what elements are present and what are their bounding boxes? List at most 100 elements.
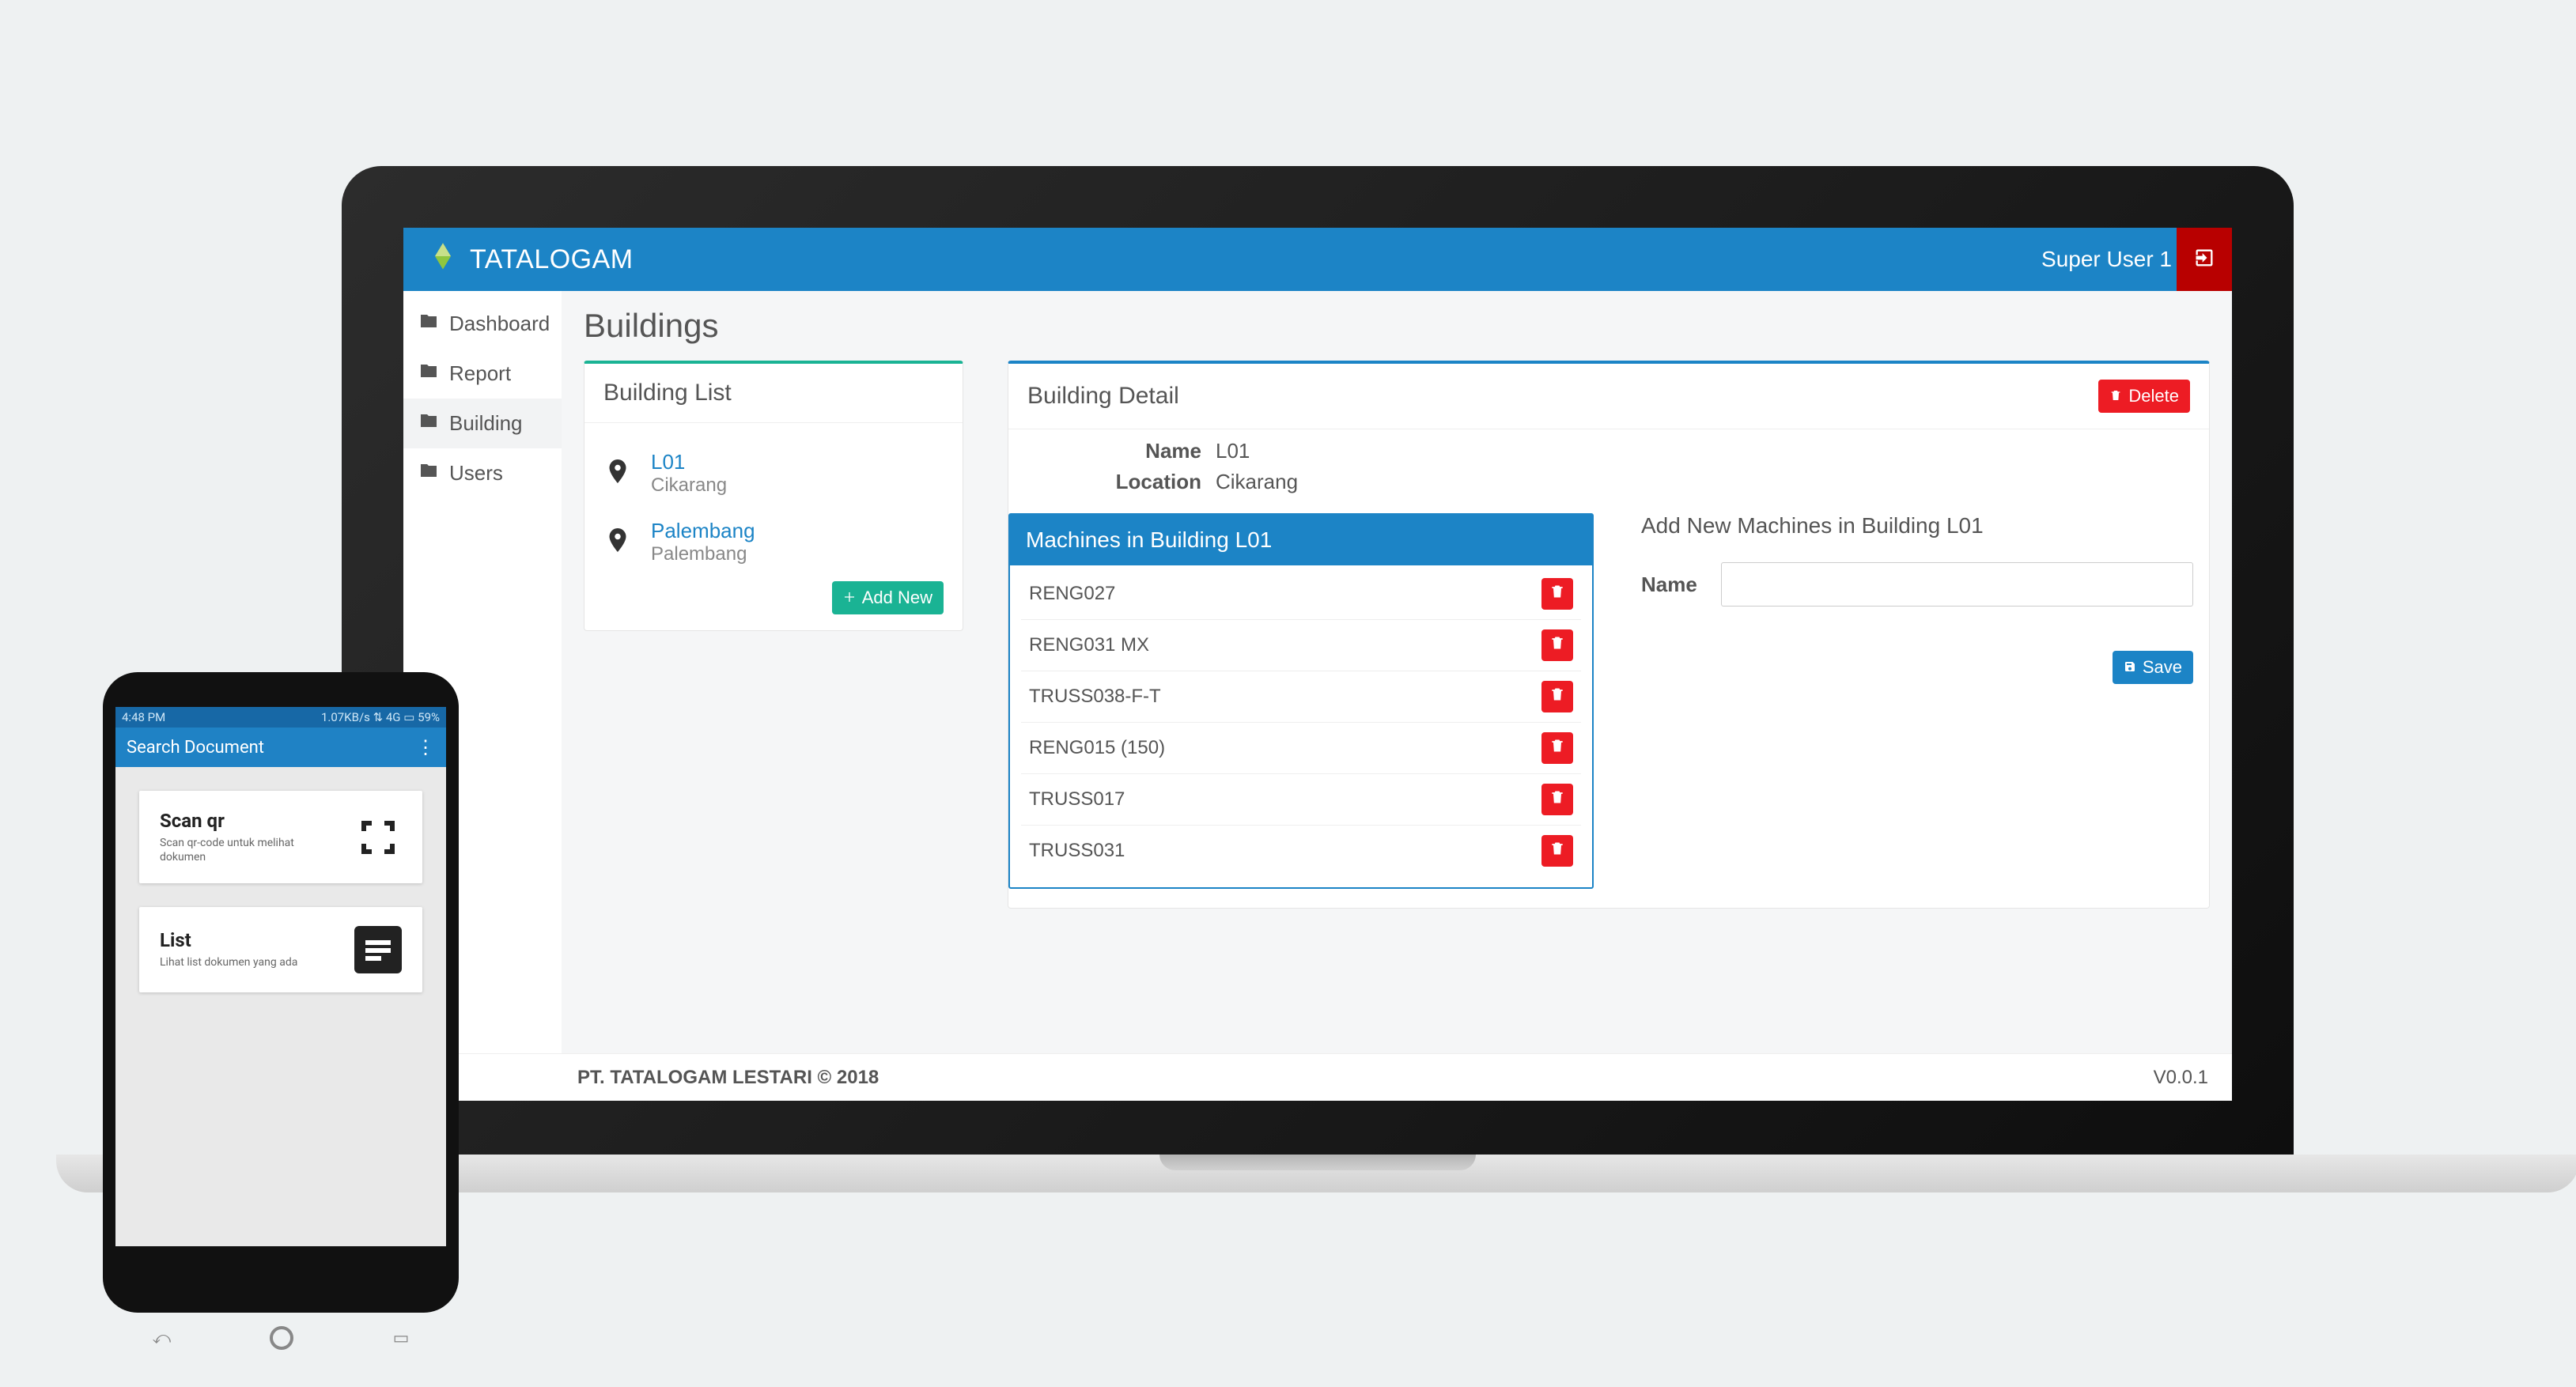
delete-machine-button[interactable] — [1541, 629, 1573, 661]
delete-machine-button[interactable] — [1541, 784, 1573, 815]
building-detail-fields: Name L01 Location Cikarang — [1008, 429, 2209, 513]
machine-name-label: Name — [1641, 573, 1697, 597]
scan-qr-subtitle: Scan qr-code untuk melihat dokumen — [160, 837, 318, 864]
brand-text: TATALOGAM — [470, 244, 634, 275]
brand-icon — [427, 240, 459, 279]
sidebar-item-label: Dashboard — [449, 312, 550, 336]
laptop-frame: TATALOGAM Super User 1 Dashboard — [342, 166, 2294, 1162]
current-user[interactable]: Super User 1 — [2041, 228, 2172, 291]
building-location: Cikarang — [651, 474, 727, 497]
plus-icon — [843, 588, 856, 608]
brand[interactable]: TATALOGAM — [427, 240, 634, 279]
machine-name: TRUSS031 — [1029, 840, 1125, 862]
save-icon — [2124, 657, 2136, 678]
save-machine-button[interactable]: Save — [2113, 651, 2193, 684]
trash-icon — [1549, 583, 1565, 606]
building-list-item[interactable]: Palembang Palembang — [603, 508, 944, 576]
machine-row: RENG027 — [1021, 569, 1581, 620]
detail-name-label: Name — [1027, 439, 1201, 463]
folder-icon — [419, 411, 438, 436]
delete-machine-button[interactable] — [1541, 578, 1573, 610]
phone-app-title: Search Document — [127, 738, 264, 758]
footer-copyright: PT. TATALOGAM LESTARI © 2018 — [577, 1067, 879, 1089]
phone-status-bar: 4:48 PM 1.07KB/s ⇅ 4G ▭ 59% — [115, 707, 446, 728]
phone-app-bar: Search Document ⋮ — [115, 728, 446, 767]
list-subtitle: Lihat list dokumen yang ada — [160, 956, 297, 970]
page-title: Buildings — [584, 307, 2210, 345]
phone-status-time: 4:48 PM — [122, 710, 165, 724]
phone-status-right: 1.07KB/s ⇅ 4G ▭ 59% — [321, 710, 440, 724]
add-building-label: Add New — [862, 588, 932, 608]
topbar: TATALOGAM Super User 1 — [403, 228, 2232, 291]
machines-heading: Machines in Building L01 — [1010, 515, 1592, 565]
trash-icon — [1549, 788, 1565, 811]
sidebar-item-dashboard[interactable]: Dashboard — [403, 299, 562, 349]
footer: PT. TATALOGAM LESTARI © 2018 V0.0.1 — [403, 1053, 2232, 1101]
add-building-button[interactable]: Add New — [832, 581, 944, 614]
building-detail-head: Building Detail Delete — [1008, 364, 2209, 429]
machine-row: RENG031 MX — [1021, 620, 1581, 671]
sidebar-item-building[interactable]: Building — [403, 399, 562, 448]
laptop-body: TATALOGAM Super User 1 Dashboard — [342, 166, 2294, 1162]
trash-icon — [1549, 634, 1565, 657]
pin-icon — [603, 523, 632, 561]
laptop-notch — [1159, 1155, 1476, 1170]
scan-qr-card[interactable]: Scan qr Scan qr-code untuk melihat dokum… — [139, 791, 422, 883]
building-location: Palembang — [651, 543, 755, 565]
list-title: List — [160, 929, 297, 951]
machine-name-input[interactable] — [1721, 562, 2193, 607]
delete-machine-button[interactable] — [1541, 835, 1573, 867]
phone-home-icon[interactable] — [270, 1326, 293, 1350]
machine-row: TRUSS038-F-T — [1021, 671, 1581, 723]
add-machine-heading: Add New Machines in Building L01 — [1641, 513, 2193, 539]
delete-machine-button[interactable] — [1541, 732, 1573, 764]
logout-button[interactable] — [2177, 228, 2232, 291]
content-columns: Building List L01 Cikarang — [584, 361, 2210, 909]
building-list-heading: Building List — [584, 364, 963, 423]
building-detail-panel: Building Detail Delete Name L01 — [1008, 361, 2210, 909]
scan-qr-title: Scan qr — [160, 810, 318, 832]
delete-machine-button[interactable] — [1541, 681, 1573, 712]
list-icon — [354, 926, 402, 973]
trash-icon — [1549, 840, 1565, 863]
phone-screen: 4:48 PM 1.07KB/s ⇅ 4G ▭ 59% Search Docum… — [115, 707, 446, 1246]
phone-frame: 4:48 PM 1.07KB/s ⇅ 4G ▭ 59% Search Docum… — [103, 672, 459, 1313]
folder-icon — [419, 361, 438, 386]
add-machine-panel: Add New Machines in Building L01 Name — [1625, 513, 2209, 889]
sidebar-item-label: Report — [449, 361, 511, 386]
delete-building-button[interactable]: Delete — [2098, 380, 2190, 413]
machine-name: RENG031 MX — [1029, 634, 1149, 656]
machine-row: TRUSS031 — [1021, 826, 1581, 876]
logout-icon — [2193, 247, 2215, 273]
machine-name: RENG015 (150) — [1029, 737, 1165, 759]
sidebar-item-label: Building — [449, 411, 523, 436]
delete-building-label: Delete — [2128, 386, 2179, 406]
sidebar-item-label: Users — [449, 461, 503, 486]
qr-scan-icon — [354, 814, 402, 861]
building-name[interactable]: Palembang — [651, 519, 755, 543]
kebab-menu-icon[interactable]: ⋮ — [416, 736, 435, 758]
machine-name: RENG027 — [1029, 583, 1115, 605]
machines-body: RENG027 RENG031 MX TRUSS03 — [1010, 565, 1592, 887]
sidebar-item-report[interactable]: Report — [403, 349, 562, 399]
detail-name-value: L01 — [1216, 439, 1250, 463]
phone-recents-icon[interactable]: ▭ — [393, 1328, 410, 1348]
sidebar-item-users[interactable]: Users — [403, 448, 562, 498]
phone-back-icon[interactable]: ⤺ — [153, 1328, 172, 1348]
machine-row: RENG015 (150) — [1021, 723, 1581, 774]
building-name[interactable]: L01 — [651, 450, 727, 474]
detail-location-label: Location — [1027, 470, 1201, 494]
trash-icon — [1549, 686, 1565, 709]
list-card[interactable]: List Lihat list dokumen yang ada — [139, 907, 422, 992]
main-area: Buildings Building List L01 Cikarang — [562, 291, 2232, 1053]
detail-columns: Machines in Building L01 RENG027 RENG031… — [1008, 513, 2209, 908]
machine-name: TRUSS017 — [1029, 788, 1125, 811]
pin-icon — [603, 454, 632, 493]
machine-name: TRUSS038-F-T — [1029, 686, 1161, 708]
trash-icon — [2109, 386, 2122, 406]
app-body: Dashboard Report Building Users — [403, 291, 2232, 1053]
building-list-item[interactable]: L01 Cikarang — [603, 439, 944, 508]
building-list-body: L01 Cikarang Palembang Palembang — [584, 423, 963, 630]
phone-nav-bar: ⤺ ▭ — [103, 1313, 459, 1363]
save-machine-label: Save — [2143, 657, 2182, 678]
